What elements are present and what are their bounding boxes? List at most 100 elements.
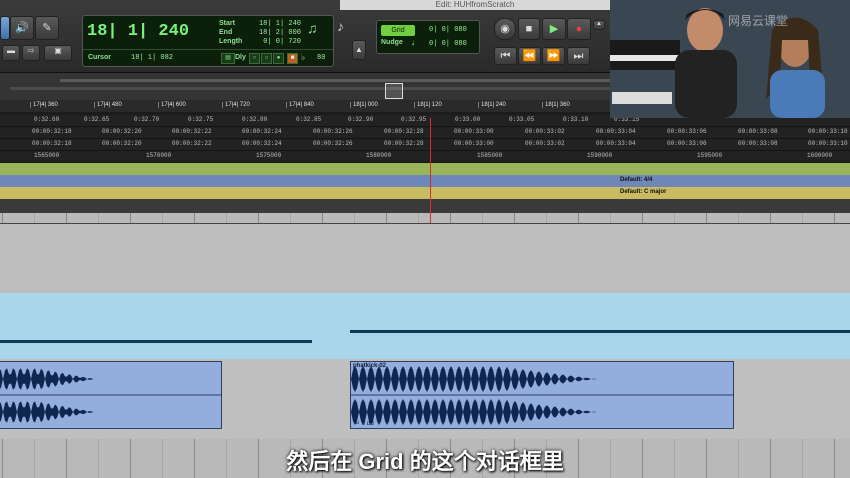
midi-note-line[interactable] — [0, 340, 312, 343]
nudge-value[interactable]: 0| 0| 080 — [429, 40, 467, 48]
seconds-label: 0:33.10 — [563, 116, 589, 123]
bar-label: 17|4| 480 — [94, 102, 122, 108]
stop-icon[interactable]: ■ — [518, 18, 540, 40]
sync-icon[interactable]: ○ — [249, 53, 260, 64]
audio-clip[interactable] — [0, 361, 222, 429]
tempo-value: 80 — [317, 54, 326, 62]
timecode-label: 00:00:32:26 — [313, 128, 353, 135]
audio-clip-phatkick[interactable]: phatkick-02 ↵ 0 dB — [350, 361, 734, 429]
bar-label: 17|4| 360 — [30, 102, 58, 108]
seconds-label: 0:32.85 — [296, 116, 322, 123]
conductor-icon[interactable]: ♭ — [301, 52, 305, 63]
timecode-label: 00:00:33:04 — [596, 140, 636, 147]
speaker-volume-icon[interactable]: ♪ — [337, 18, 344, 34]
counter-bottom-bar: Cursor 18| 1| 082 ▤ Dly ○ ○ ● ■ ♭ 80 — [83, 49, 333, 66]
link-selection-button[interactable]: ▣ — [44, 45, 72, 61]
record-icon[interactable]: ● — [567, 18, 591, 40]
timecode-label: 00:00:32:28 — [384, 128, 424, 135]
bar-label: 17|4| 600 — [158, 102, 186, 108]
timecode-label: 00:00:32:26 — [313, 140, 353, 147]
grid-value[interactable]: 0| 0| 080 — [429, 26, 467, 34]
watermark: 网易云课堂 — [728, 14, 789, 28]
go-to-end-icon[interactable]: ⏭ — [567, 47, 590, 65]
timecode-label: 00:00:33:00 — [454, 140, 494, 147]
rewind-icon[interactable]: ⏪ — [518, 47, 541, 65]
length-value[interactable]: 0| 0| 720 — [253, 38, 301, 46]
timecode-label: 00:00:33:00 — [454, 128, 494, 135]
samples-ruler[interactable]: 1565000 1570000 1575000 1580000 1585000 … — [0, 151, 850, 163]
meter-marker[interactable]: Default: 4/4 — [620, 177, 652, 183]
seconds-label: 0:32.90 — [348, 116, 374, 123]
timecode-label: 00:00:32:18 — [32, 140, 72, 147]
play-icon[interactable]: ▶ — [542, 18, 566, 40]
seconds-label: 0:32.70 — [134, 116, 160, 123]
expand-transport-button[interactable]: ▲ — [593, 20, 605, 30]
midi-note-line[interactable] — [350, 330, 850, 333]
main-counter-display: 18| 1| 240 Start End Length 18| 1| 240 1… — [82, 15, 334, 67]
timecode-label: 00:00:32:22 — [172, 140, 212, 147]
bar-label: 18|1| 240 — [478, 102, 506, 108]
return-to-zero-icon[interactable]: ⏮ — [494, 47, 517, 65]
clip-gain-label: ↵ 0 dB — [355, 421, 375, 427]
end-label: End — [219, 29, 233, 36]
online-transport-icon[interactable]: ◉ — [494, 18, 516, 40]
samples-label: 1575000 — [256, 152, 282, 159]
universe-overview[interactable] — [0, 72, 610, 101]
samples-label: 1595000 — [697, 152, 723, 159]
speaker-icon[interactable]: 🔊 — [10, 16, 34, 40]
overview-track-bar — [10, 87, 610, 90]
delay-compensation-icon[interactable]: ▤ — [221, 53, 235, 64]
tempo-ruler[interactable] — [0, 163, 850, 175]
markers-ruler[interactable] — [0, 199, 850, 213]
seconds-label: 0:32.65 — [84, 116, 110, 123]
subtitle-caption: 然后在 Grid 的这个对话框里 — [286, 449, 564, 474]
shuffle-mode-button[interactable] — [0, 16, 10, 40]
midi-merge-button[interactable]: ▲ — [352, 40, 366, 60]
zoom-preset-button[interactable]: ▬ — [2, 45, 20, 61]
online-icon[interactable]: ○ — [261, 53, 272, 64]
timecode2-ruler[interactable]: 00:00:32:18 00:00:32:20 00:00:32:22 00:0… — [0, 139, 850, 151]
samples-label: 1570000 — [146, 152, 172, 159]
bar-label: 17|4| 840 — [286, 102, 314, 108]
pencil-tool-icon[interactable]: ✎ — [35, 16, 59, 40]
audio-track-lane[interactable]: phatkick-02 ↵ 0 dB — [0, 359, 850, 439]
grid-mode-toggle[interactable]: Grid — [381, 25, 415, 36]
timecode-label: 00:00:32:28 — [384, 140, 424, 147]
samples-label: 1580000 — [366, 152, 392, 159]
window-title: Edit: HUHfromScratch — [340, 0, 610, 10]
midi-track-lane[interactable] — [0, 293, 850, 360]
track-lane-empty[interactable] — [0, 223, 850, 295]
playhead-cursor[interactable] — [430, 118, 431, 223]
bar-label: 18|1| 120 — [414, 102, 442, 108]
key-ruler[interactable]: Default: C major — [0, 187, 850, 199]
length-label: Length — [219, 38, 243, 45]
end-value[interactable]: 18| 2| 000 — [253, 29, 301, 37]
start-label: Start — [219, 20, 235, 27]
waveform — [351, 366, 733, 425]
main-counter-value[interactable]: 18| 1| 240 — [87, 22, 205, 41]
note-value-icon: ♩ — [411, 38, 417, 48]
record-mode-icon[interactable]: ● — [273, 53, 284, 64]
start-value[interactable]: 18| 1| 240 — [253, 20, 301, 28]
key-marker[interactable]: Default: C major — [620, 189, 666, 195]
metronome-icon[interactable]: ♫ — [307, 20, 318, 36]
timecode-label: 00:00:33:10 — [808, 128, 848, 135]
waveform — [0, 368, 221, 423]
timecode-label: 00:00:32:20 — [102, 128, 142, 135]
samples-label: 1590000 — [587, 152, 613, 159]
timecode-label: 00:00:33:04 — [596, 128, 636, 135]
timecode-label: 00:00:33:06 — [667, 140, 707, 147]
timecode-label: 00:00:33:10 — [808, 140, 848, 147]
meter-ruler[interactable]: Default: 4/4 — [0, 175, 850, 187]
seconds-label: 0:32.80 — [242, 116, 268, 123]
delay-label: Dly — [235, 54, 246, 61]
presenter-video-overlay: 网易云课堂 — [610, 0, 850, 118]
punch-icon[interactable]: ■ — [287, 53, 298, 64]
fast-forward-icon[interactable]: ⏩ — [542, 47, 565, 65]
edit-window-tracks[interactable]: phatkick-02 ↵ 0 dB — [0, 213, 850, 478]
tab-to-transient-button[interactable]: ⇨ — [22, 45, 40, 61]
overview-view-box[interactable] — [385, 83, 403, 99]
samples-label: 1585000 — [477, 152, 503, 159]
timecode-ruler[interactable]: 00:00:32:18 00:00:32:20 00:00:32:22 00:0… — [0, 127, 850, 139]
overview-track-bar — [60, 79, 610, 82]
